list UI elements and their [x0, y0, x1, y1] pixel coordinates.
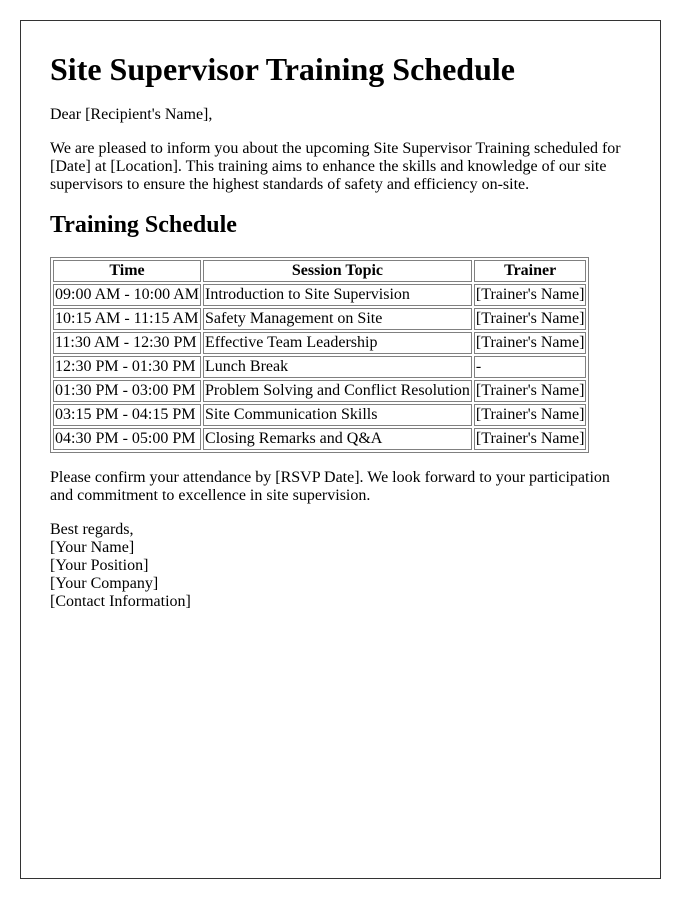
- table-row: 09:00 AM - 10:00 AM Introduction to Site…: [53, 284, 587, 306]
- intro-paragraph: We are pleased to inform you about the u…: [50, 140, 621, 193]
- table-row: 11:30 AM - 12:30 PM Effective Team Leade…: [53, 332, 587, 354]
- cell-topic: Site Communication Skills: [203, 404, 472, 426]
- table-row: 12:30 PM - 01:30 PM Lunch Break -: [53, 356, 587, 378]
- sender-company: [Your Company]: [50, 575, 159, 592]
- header-time: Time: [53, 260, 202, 282]
- cell-time: 10:15 AM - 11:15 AM: [53, 308, 202, 330]
- table-row: 10:15 AM - 11:15 AM Safety Management on…: [53, 308, 587, 330]
- schedule-heading: Training Schedule: [50, 212, 237, 238]
- schedule-table: Time Session Topic Trainer 09:00 AM - 10…: [50, 257, 590, 453]
- confirm-paragraph: Please confirm your attendance by [RSVP …: [50, 469, 610, 504]
- cell-time: 03:15 PM - 04:15 PM: [53, 404, 202, 426]
- header-session-topic: Session Topic: [203, 260, 472, 282]
- sign-off: Best regards,: [50, 521, 134, 538]
- cell-topic: Introduction to Site Supervision: [203, 284, 472, 306]
- table-row: 03:15 PM - 04:15 PM Site Communication S…: [53, 404, 587, 426]
- cell-time: 12:30 PM - 01:30 PM: [53, 356, 202, 378]
- table-header-row: Time Session Topic Trainer: [53, 260, 587, 282]
- cell-time: 11:30 AM - 12:30 PM: [53, 332, 202, 354]
- header-trainer: Trainer: [473, 260, 587, 282]
- cell-time: 01:30 PM - 03:00 PM: [53, 380, 202, 402]
- cell-topic: Problem Solving and Conflict Resolution: [203, 380, 472, 402]
- cell-topic: Lunch Break: [203, 356, 472, 378]
- cell-trainer: [Trainer's Name]: [473, 284, 587, 306]
- greeting: Dear [Recipient's Name],: [50, 106, 213, 123]
- cell-trainer: -: [473, 356, 587, 378]
- cell-trainer: [Trainer's Name]: [473, 428, 587, 450]
- cell-time: 04:30 PM - 05:00 PM: [53, 428, 202, 450]
- cell-trainer: [Trainer's Name]: [473, 404, 587, 426]
- page-title: Site Supervisor Training Schedule: [50, 51, 515, 87]
- letter-container: Site Supervisor Training Schedule Dear […: [20, 20, 661, 879]
- cell-trainer: [Trainer's Name]: [473, 308, 587, 330]
- signature-block: Best regards, [Your Name] [Your Position…: [50, 521, 631, 611]
- cell-topic: Safety Management on Site: [203, 308, 472, 330]
- cell-topic: Closing Remarks and Q&A: [203, 428, 472, 450]
- cell-topic: Effective Team Leadership: [203, 332, 472, 354]
- cell-trainer: [Trainer's Name]: [473, 332, 587, 354]
- sender-position: [Your Position]: [50, 557, 149, 574]
- table-row: 04:30 PM - 05:00 PM Closing Remarks and …: [53, 428, 587, 450]
- sender-contact: [Contact Information]: [50, 593, 191, 610]
- sender-name: [Your Name]: [50, 539, 135, 556]
- cell-time: 09:00 AM - 10:00 AM: [53, 284, 202, 306]
- table-row: 01:30 PM - 03:00 PM Problem Solving and …: [53, 380, 587, 402]
- cell-trainer: [Trainer's Name]: [473, 380, 587, 402]
